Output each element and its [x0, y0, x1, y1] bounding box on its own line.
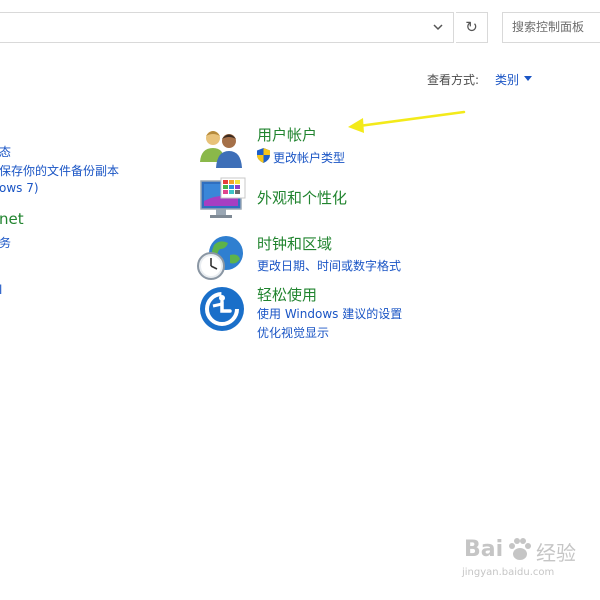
- users-icon[interactable]: [198, 126, 244, 170]
- category-title-ease-of-access[interactable]: 轻松使用: [257, 284, 317, 305]
- watermark-brand-right: 经验: [536, 541, 576, 565]
- address-bar[interactable]: [0, 12, 454, 43]
- baidu-jingyan-watermark: Bai 经验 jingyan.baidu.com: [462, 533, 597, 588]
- watermark-brand-left: Bai: [464, 537, 504, 562]
- paw-icon: [509, 538, 531, 560]
- refresh-button[interactable]: ↻: [456, 12, 488, 43]
- uac-shield-icon: [257, 148, 270, 163]
- arrow-annotation: [348, 110, 466, 133]
- watermark-url: jingyan.baidu.com: [462, 567, 555, 578]
- clock-globe-icon[interactable]: [196, 233, 246, 281]
- caret-down-icon[interactable]: [524, 76, 532, 81]
- left-link-3[interactable]: ows 7): [0, 181, 39, 195]
- view-by-label: 查看方式:: [427, 73, 480, 87]
- ease-of-access-icon[interactable]: [199, 286, 245, 332]
- left-link-4[interactable]: 务: [0, 234, 11, 251]
- search-input[interactable]: 搜索控制面板: [502, 12, 600, 43]
- category-title-appearance[interactable]: 外观和个性化: [257, 187, 347, 208]
- left-link-2[interactable]: 保存你的文件备份副本: [0, 162, 119, 179]
- left-link-5[interactable]: l: [0, 283, 2, 297]
- change-date-time-link[interactable]: 更改日期、时间或数字格式: [257, 257, 401, 274]
- monitor-personalize-icon[interactable]: [199, 177, 247, 223]
- change-account-type-link[interactable]: 更改帐户类型: [273, 149, 345, 166]
- use-windows-recommended-settings-link[interactable]: 使用 Windows 建议的设置: [257, 305, 402, 322]
- category-title-user-accounts[interactable]: 用户帐户: [257, 124, 317, 145]
- left-category-title[interactable]: net: [0, 210, 24, 228]
- view-by-dropdown[interactable]: 类别: [495, 71, 519, 88]
- optimize-visual-display-link[interactable]: 优化视觉显示: [257, 324, 329, 341]
- left-link-1[interactable]: 态: [0, 143, 11, 160]
- category-title-clock-region[interactable]: 时钟和区域: [257, 233, 332, 254]
- refresh-icon: ↻: [465, 18, 478, 36]
- chevron-down-icon[interactable]: [431, 20, 445, 34]
